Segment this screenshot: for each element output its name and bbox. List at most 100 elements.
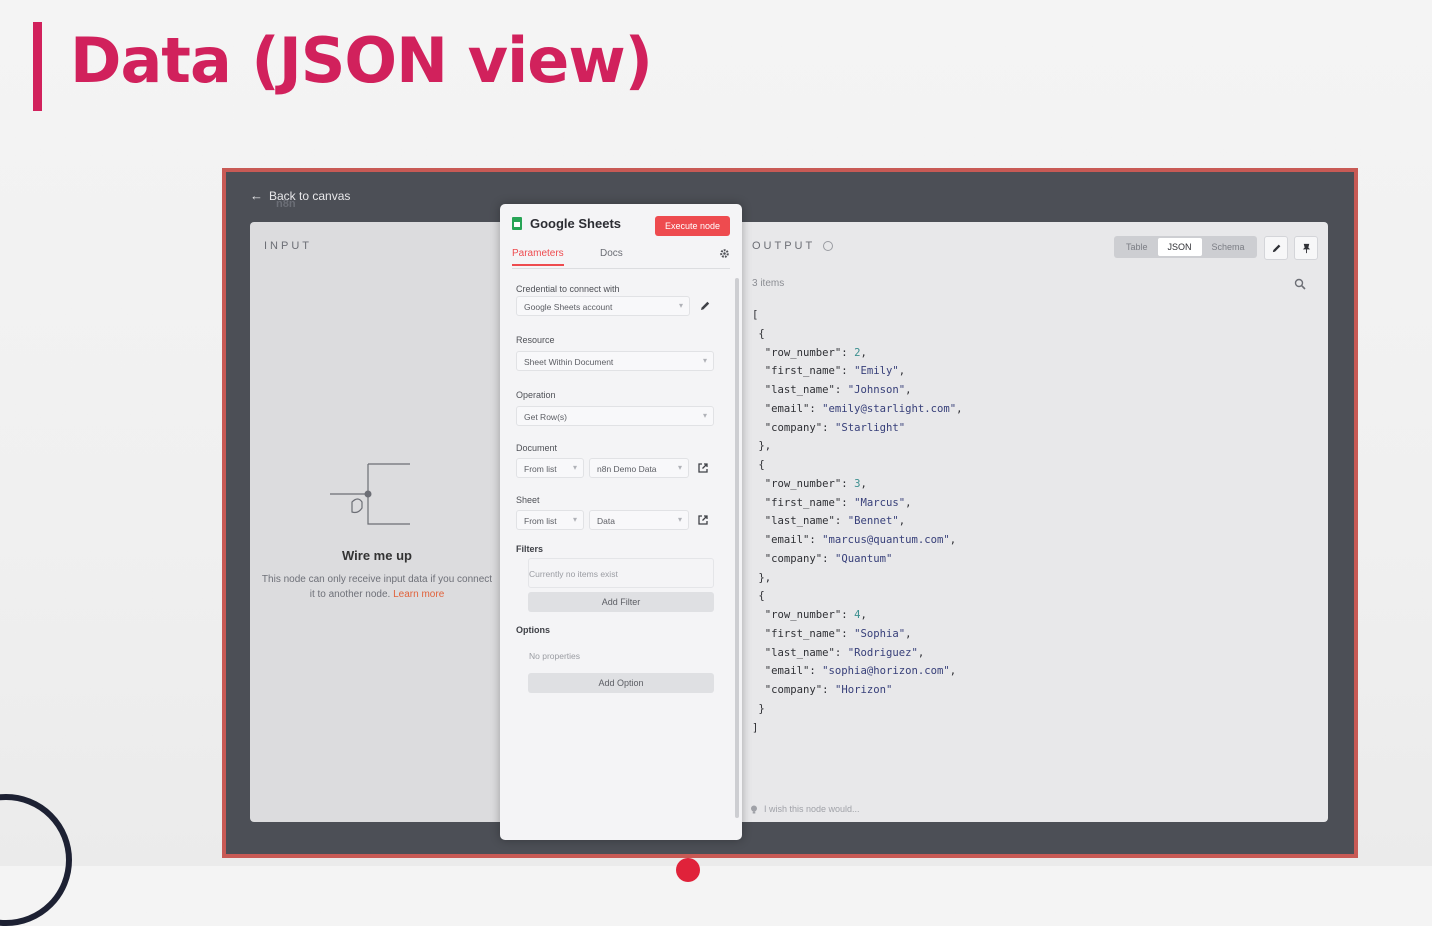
json-bracket: [ — [752, 309, 759, 321]
json-line: "row_number": 4, — [752, 606, 963, 625]
chevron-down-icon: ▾ — [702, 411, 707, 420]
json-string-value: "Marcus" — [854, 496, 906, 509]
json-comma: , — [949, 534, 957, 546]
filters-empty-state: Currently no items exist — [528, 558, 714, 588]
options-empty-text: No properties — [529, 651, 581, 661]
search-icon[interactable] — [1294, 278, 1306, 290]
json-key: "company": — [764, 684, 835, 696]
external-link-icon[interactable] — [697, 462, 709, 474]
feedback-footer[interactable]: I wish this node would... — [750, 804, 860, 814]
json-brace: }, — [758, 440, 772, 453]
sheet-select[interactable]: Data ▾ — [589, 510, 689, 530]
add-filter-button[interactable]: Add Filter — [528, 592, 714, 612]
document-mode-value: From list — [524, 464, 557, 474]
json-line: "company": "Starlight" — [752, 419, 963, 438]
arrow-left-icon: ← — [250, 188, 263, 203]
sheet-label: Sheet — [516, 495, 540, 505]
chevron-down-icon: ▾ — [677, 515, 682, 524]
slide-marker-dot — [676, 858, 700, 882]
resource-select[interactable]: Sheet Within Document ▾ — [516, 351, 714, 371]
document-label: Document — [516, 443, 558, 453]
json-key: "last_name": — [764, 646, 848, 659]
chevron-down-icon: ▾ — [677, 463, 682, 472]
input-panel: INPUT Wire me up This node can only rece… — [250, 222, 504, 822]
json-key: "company": — [764, 421, 835, 434]
sheet-mode-select[interactable]: From list ▾ — [516, 510, 584, 530]
pencil-icon — [1272, 244, 1280, 252]
json-string-value: "Emily" — [854, 365, 899, 378]
operation-value: Get Row(s) — [524, 412, 567, 422]
json-key: "company": — [764, 552, 835, 565]
edit-credential-icon[interactable] — [699, 300, 711, 312]
options-empty-state: No properties — [528, 640, 714, 670]
json-brace: { — [758, 327, 765, 340]
credential-select[interactable]: Google Sheets account ▾ — [516, 296, 690, 316]
json-comma: , — [898, 515, 906, 528]
options-label: Options — [516, 625, 550, 635]
edit-output-button[interactable] — [1264, 236, 1288, 260]
json-line: "row_number": 2, — [752, 344, 963, 363]
json-comma: , — [860, 609, 867, 621]
json-comma: , — [917, 646, 925, 659]
json-comma: , — [898, 365, 906, 378]
json-brace: } — [758, 702, 765, 715]
document-value: n8n Demo Data — [597, 464, 657, 474]
credential-value: Google Sheets account — [524, 302, 613, 312]
pin-icon — [1302, 243, 1310, 253]
json-string-value: "Quantum" — [834, 552, 893, 565]
operation-select[interactable]: Get Row(s) ▾ — [516, 406, 714, 426]
json-comma: , — [905, 496, 912, 509]
json-comma: , — [949, 665, 957, 678]
tab-table[interactable]: Table — [1116, 238, 1158, 256]
tab-json[interactable]: JSON — [1157, 238, 1202, 256]
learn-more-link[interactable]: Learn more — [393, 589, 444, 600]
app-screenshot-frame: ← Back to canvas n8n INPUT Wire me up Th… — [222, 168, 1358, 858]
chevron-down-icon: ▾ — [572, 515, 577, 524]
json-comma: , — [860, 346, 867, 359]
json-string-value: "Bennet" — [847, 515, 899, 528]
document-select[interactable]: n8n Demo Data ▾ — [589, 458, 689, 478]
params-scrollbar[interactable] — [735, 278, 739, 818]
json-string-value: "marcus@quantum.com" — [822, 534, 950, 546]
node-parameters-panel: Google Sheets Execute node Parameters Do… — [500, 204, 742, 840]
json-bracket: ] — [752, 721, 759, 734]
json-line: "first_name": "Emily", — [752, 362, 963, 381]
tab-docs[interactable]: Docs — [600, 248, 623, 264]
json-key: "last_name": — [764, 515, 848, 528]
json-string-value: "Johnson" — [847, 384, 906, 396]
tab-schema[interactable]: Schema — [1202, 238, 1255, 256]
json-key: "first_name": — [764, 365, 855, 378]
execute-node-button[interactable]: Execute node — [654, 216, 730, 236]
output-panel-header: OUTPUT — [752, 240, 834, 252]
wire-me-up-title: Wire me up — [342, 548, 412, 563]
json-line: [ — [752, 306, 963, 325]
document-mode-select[interactable]: From list ▾ — [516, 458, 584, 478]
resource-label: Resource — [516, 335, 555, 345]
add-option-button[interactable]: Add Option — [528, 673, 714, 693]
items-count: 3 items — [752, 278, 785, 289]
back-to-canvas-link[interactable]: ← Back to canvas — [250, 188, 350, 203]
info-icon[interactable] — [823, 241, 834, 251]
wire-connector-icon — [330, 463, 410, 525]
json-string-value: "Horizon" — [834, 684, 893, 696]
json-line: { — [752, 456, 963, 475]
pin-data-button[interactable] — [1294, 236, 1318, 260]
parameter-tabs: Parameters Docs — [512, 248, 730, 269]
node-header: Google Sheets — [512, 216, 621, 231]
json-line: ] — [752, 719, 963, 738]
gear-icon[interactable] — [719, 248, 730, 259]
output-panel: OUTPUT Table JSON Schema 3 items [ { "ro… — [738, 222, 1328, 822]
json-string-value: "sophia@horizon.com" — [822, 665, 950, 678]
node-title: Google Sheets — [530, 216, 622, 231]
external-link-icon[interactable] — [697, 514, 709, 526]
json-comma: , — [860, 477, 867, 490]
wire-me-up-description: This node can only receive input data if… — [260, 572, 494, 602]
output-panel-label: OUTPUT — [752, 240, 816, 252]
tab-parameters[interactable]: Parameters — [512, 248, 564, 266]
sheet-mode-value: From list — [524, 516, 557, 526]
filters-label: Filters — [516, 544, 544, 554]
json-string-value: "Sophia" — [854, 627, 906, 640]
json-string-value: "emily@starlight.com" — [822, 402, 957, 415]
slide-title: Data (JSON view) — [70, 24, 653, 97]
json-brace: { — [758, 590, 765, 603]
